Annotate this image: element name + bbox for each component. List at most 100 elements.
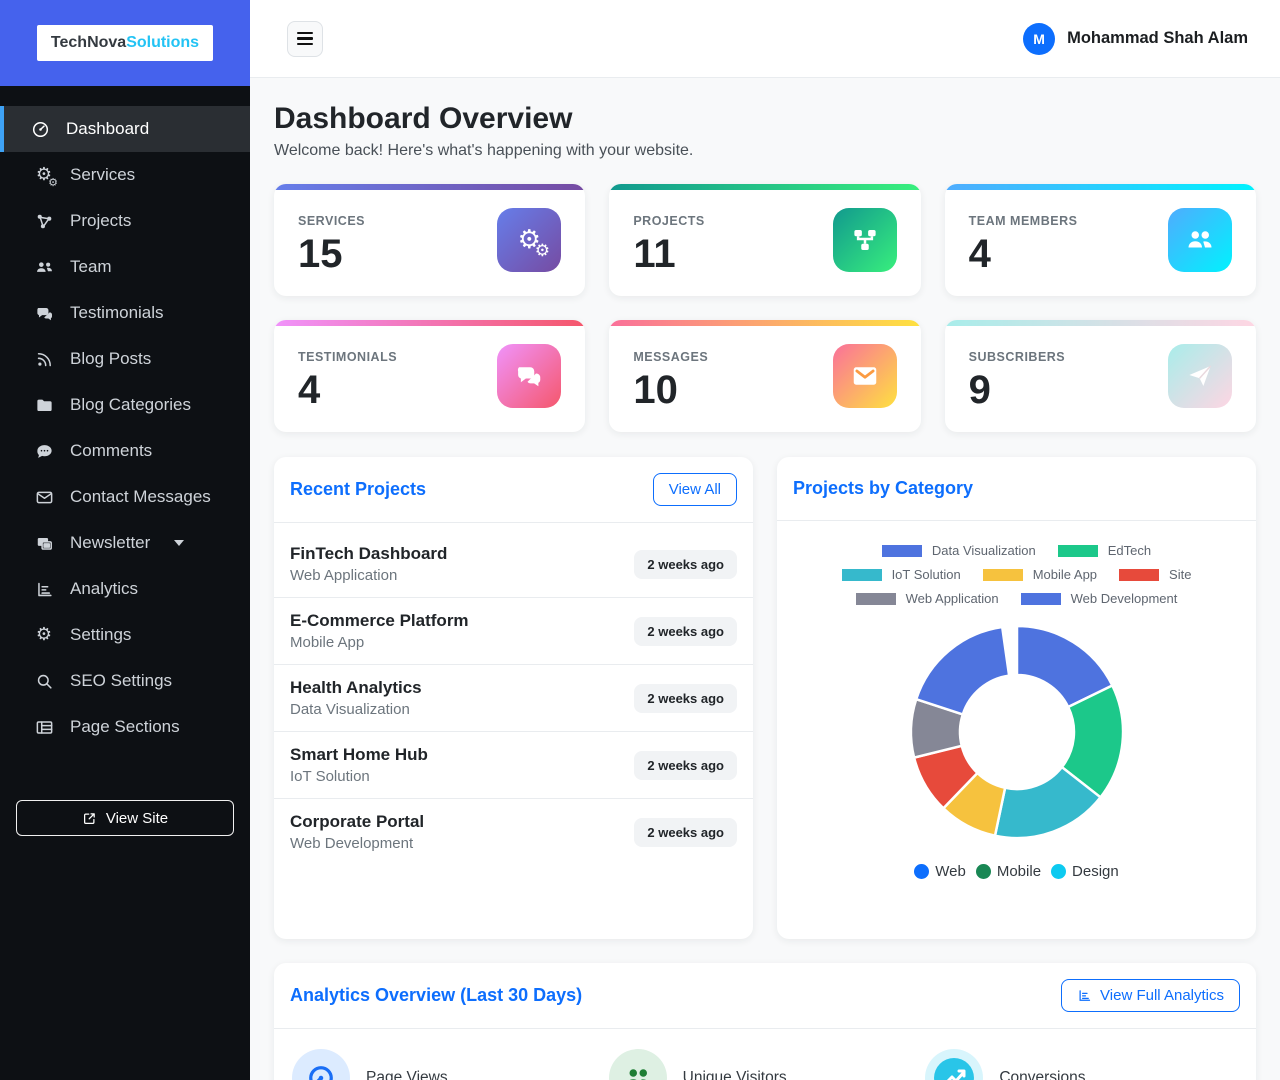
sidebar-item-label: Contact Messages <box>70 487 211 507</box>
view-all-button[interactable]: View All <box>653 473 737 506</box>
legend-dot <box>1051 864 1066 879</box>
bottom-legend: Web Mobile Design <box>914 863 1118 880</box>
project-name: Health Analytics <box>290 678 422 698</box>
card-accent-bar <box>274 184 585 190</box>
sidebar-item-seo-settings[interactable]: SEO Settings <box>0 658 250 704</box>
sidebar-item-projects[interactable]: Projects <box>0 198 250 244</box>
sidebar-item-comments[interactable]: Comments <box>0 428 250 474</box>
sidebar-item-services[interactable]: ⚙⚙ Services <box>0 152 250 198</box>
legend-item[interactable]: Mobile App <box>972 567 1108 582</box>
project-row[interactable]: Corporate Portal Web Development 2 weeks… <box>274 798 753 865</box>
envelope-icon <box>34 487 54 507</box>
sidebar-nav: Dashboard ⚙⚙ Services Projects Team Test… <box>0 106 250 750</box>
legend-item[interactable]: IoT Solution <box>831 567 972 582</box>
view-site-wrap: View Site <box>0 800 250 836</box>
project-row[interactable]: Smart Home Hub IoT Solution 2 weeks ago <box>274 731 753 798</box>
sidebar-item-newsletter[interactable]: Newsletter <box>0 520 250 566</box>
sidebar-toggle-button[interactable] <box>287 21 323 57</box>
view-site-label: View Site <box>106 810 168 827</box>
external-link-icon <box>82 811 97 826</box>
stat-card-services[interactable]: SERVICES 15 ⚙⚙ <box>274 184 585 296</box>
legend-item[interactable]: Data Visualization <box>871 543 1047 558</box>
metric-conversions: Conversions <box>923 1049 1240 1080</box>
sidebar-item-analytics[interactable]: Analytics <box>0 566 250 612</box>
sidebar-item-blog-categories[interactable]: Blog Categories <box>0 382 250 428</box>
stat-card-testimonials[interactable]: TESTIMONIALS 4 <box>274 320 585 432</box>
stat-card-messages[interactable]: MESSAGES 10 <box>609 320 920 432</box>
user-menu[interactable]: M Mohammad Shah Alam <box>1023 23 1248 55</box>
gauge-eye-icon <box>292 1049 350 1080</box>
stat-card-team-members[interactable]: TEAM MEMBERS 4 <box>945 184 1256 296</box>
sidebar-item-page-sections[interactable]: Page Sections <box>0 704 250 750</box>
view-full-analytics-button[interactable]: View Full Analytics <box>1061 979 1240 1012</box>
project-row[interactable]: FinTech Dashboard Web Application 2 week… <box>274 531 753 597</box>
legend-item[interactable]: Web Development <box>1010 591 1189 606</box>
project-time-badge: 2 weeks ago <box>634 684 737 713</box>
hamburger-icon <box>297 32 313 35</box>
newsletter-icon <box>34 533 54 553</box>
card-accent-bar <box>609 320 920 326</box>
sidebar-item-label: Projects <box>70 211 131 231</box>
legend-swatch <box>856 593 896 605</box>
project-category: Web Application <box>290 567 447 584</box>
chat-bubbles-icon <box>34 303 54 323</box>
sidebar-item-contact-messages[interactable]: Contact Messages <box>0 474 250 520</box>
project-name: FinTech Dashboard <box>290 544 447 564</box>
users-icon <box>609 1049 667 1080</box>
project-category: Data Visualization <box>290 701 422 718</box>
project-name: Corporate Portal <box>290 812 424 832</box>
project-time-badge: 2 weeks ago <box>634 751 737 780</box>
sidebar-item-label: Blog Posts <box>70 349 151 369</box>
bottom-legend-item: Design <box>1051 863 1119 880</box>
project-row[interactable]: E-Commerce Platform Mobile App 2 weeks a… <box>274 597 753 664</box>
trend-arrow-icon <box>925 1049 983 1080</box>
share-nodes-icon <box>34 211 54 231</box>
rss-icon <box>34 349 54 369</box>
legend-swatch <box>1058 545 1098 557</box>
legend-swatch <box>1021 593 1061 605</box>
sidebar-item-label: Comments <box>70 441 152 461</box>
legend-dot <box>914 864 929 879</box>
sidebar-item-label: Analytics <box>70 579 138 599</box>
middle-row: Recent Projects View All FinTech Dashboa… <box>274 457 1256 939</box>
legend-item[interactable]: Site <box>1108 567 1202 582</box>
sidebar-item-label: Testimonials <box>70 303 164 323</box>
sidebar-logo-band: TechNovaSolutions <box>0 0 250 86</box>
legend-item[interactable]: EdTech <box>1047 543 1162 558</box>
metric-page-views: Page Views <box>290 1049 607 1080</box>
sidebar-item-label: Settings <box>70 625 131 645</box>
share-nodes-icon <box>833 208 897 272</box>
sidebar-item-blog-posts[interactable]: Blog Posts <box>0 336 250 382</box>
analytics-header: Analytics Overview (Last 30 Days) View F… <box>274 963 1256 1029</box>
project-row[interactable]: Health Analytics Data Visualization 2 we… <box>274 664 753 731</box>
stat-card-projects[interactable]: PROJECTS 11 <box>609 184 920 296</box>
table-list-icon <box>34 717 54 737</box>
sidebar-item-settings[interactable]: ⚙ Settings <box>0 612 250 658</box>
category-panel-header: Projects by Category <box>777 457 1256 521</box>
metric-unique-visitors: Unique Visitors <box>607 1049 924 1080</box>
card-accent-bar <box>609 184 920 190</box>
paper-plane-icon <box>1168 344 1232 408</box>
envelope-icon <box>833 344 897 408</box>
users-icon <box>34 257 54 277</box>
brand-logo[interactable]: TechNovaSolutions <box>37 25 213 61</box>
stats-grid: SERVICES 15 ⚙⚙ PROJECTS 11 TEAM MEMBERS … <box>274 184 1256 432</box>
stat-card-subscribers[interactable]: SUBSCRIBERS 9 <box>945 320 1256 432</box>
legend-item[interactable]: Web Application <box>845 591 1010 606</box>
sidebar-item-testimonials[interactable]: Testimonials <box>0 290 250 336</box>
user-name: Mohammad Shah Alam <box>1067 29 1248 48</box>
view-site-button[interactable]: View Site <box>16 800 234 836</box>
analytics-title: Analytics Overview (Last 30 Days) <box>290 985 582 1006</box>
sidebar-item-dashboard[interactable]: Dashboard <box>0 106 250 152</box>
project-time-badge: 2 weeks ago <box>634 818 737 847</box>
content: Dashboard Overview Welcome back! Here's … <box>250 78 1280 1080</box>
sidebar-item-label: Newsletter <box>70 533 150 553</box>
doughnut-chart[interactable] <box>905 620 1129 849</box>
chart-legend: Data Visualization EdTech IoT Solution M… <box>807 543 1227 606</box>
caret-down-icon <box>174 540 184 546</box>
sidebar-item-team[interactable]: Team <box>0 244 250 290</box>
folder-icon <box>34 395 54 415</box>
legend-swatch <box>882 545 922 557</box>
card-accent-bar <box>274 320 585 326</box>
project-name: Smart Home Hub <box>290 745 428 765</box>
